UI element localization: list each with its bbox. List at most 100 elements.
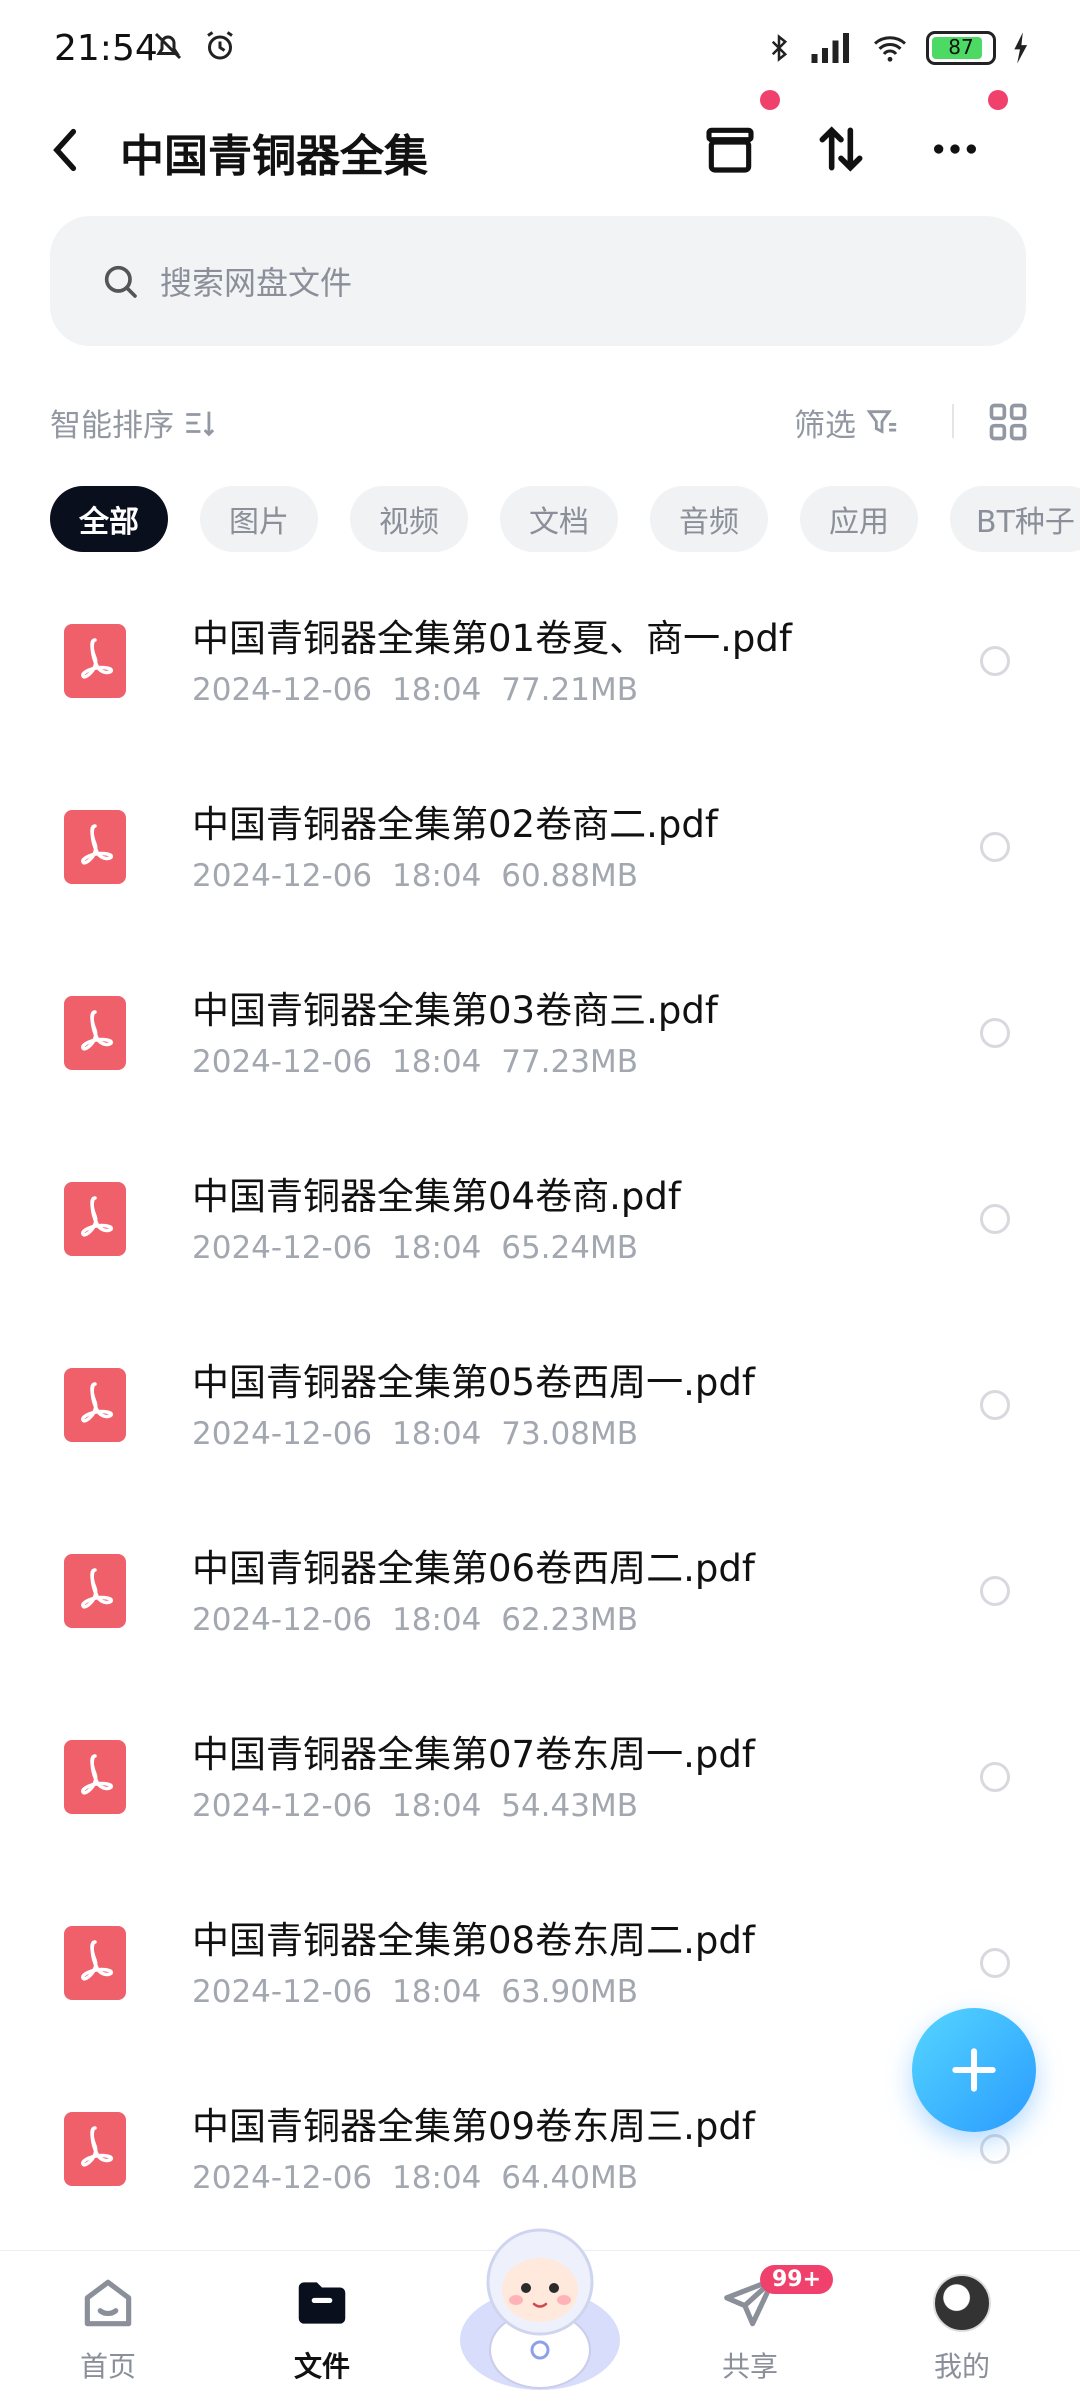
select-checkbox[interactable]: [980, 646, 1010, 676]
transfer-list-button[interactable]: [695, 114, 765, 184]
file-date: 2024-12-06: [192, 2160, 373, 2196]
pdf-file-icon: [64, 1554, 126, 1628]
file-meta: 2024-12-06 18:04 62.23MB: [192, 1602, 638, 1638]
file-size: 60.88MB: [501, 858, 638, 894]
search-input[interactable]: 搜索网盘文件: [50, 216, 1026, 346]
chevron-left-icon: [53, 128, 77, 172]
pdf-file-icon: [64, 1926, 126, 2000]
file-meta: 2024-12-06 18:04 63.90MB: [192, 1974, 638, 2010]
divider: [952, 404, 954, 438]
file-date: 2024-12-06: [192, 1416, 373, 1452]
file-date: 2024-12-06: [192, 1044, 373, 1080]
file-meta: 2024-12-06 18:04 54.43MB: [192, 1788, 638, 1824]
mascot-assistant-icon[interactable]: [440, 2200, 640, 2400]
battery-indicator: 87: [926, 31, 996, 65]
back-button[interactable]: [44, 122, 88, 178]
select-checkbox[interactable]: [980, 1390, 1010, 1420]
nav-home[interactable]: 首页: [38, 2271, 178, 2391]
file-name: 中国青铜器全集第07卷东周一.pdf: [192, 1733, 755, 1776]
file-name: 中国青铜器全集第01卷夏、商一.pdf: [192, 617, 792, 660]
file-time: 18:04: [392, 1788, 482, 1824]
file-date: 2024-12-06: [192, 1974, 373, 2010]
file-meta: 2024-12-06 18:04 60.88MB: [192, 858, 638, 894]
tab-audio[interactable]: 音频: [650, 486, 768, 552]
file-row[interactable]: 中国青铜器全集第04卷商.pdf 2024-12-06 18:04 65.24M…: [0, 1138, 1080, 1324]
nav-files-label: 文件: [293, 2350, 350, 2383]
select-checkbox[interactable]: [980, 1018, 1010, 1048]
file-size: 64.40MB: [501, 2160, 638, 2196]
file-date: 2024-12-06: [192, 1602, 373, 1638]
tab-images[interactable]: 图片: [200, 486, 318, 552]
file-name: 中国青铜器全集第02卷商二.pdf: [192, 803, 718, 846]
file-size: 62.23MB: [501, 1602, 638, 1638]
home-icon: [84, 2279, 132, 2327]
file-row[interactable]: 中国青铜器全集第06卷西周二.pdf 2024-12-06 18:04 62.2…: [0, 1510, 1080, 1696]
page-title: 中国青铜器全集: [120, 131, 428, 182]
file-size: 63.90MB: [501, 1974, 638, 2010]
file-size: 77.21MB: [501, 672, 638, 708]
file-row[interactable]: 中国青铜器全集第03卷商三.pdf 2024-12-06 18:04 77.23…: [0, 952, 1080, 1138]
nav-mine[interactable]: 我的: [892, 2271, 1032, 2391]
file-row[interactable]: 中国青铜器全集第07卷东周一.pdf 2024-12-06 18:04 54.4…: [0, 1696, 1080, 1882]
filter-funnel-icon: [866, 409, 897, 434]
file-name: 中国青铜器全集第03卷商三.pdf: [192, 989, 718, 1032]
wifi-icon: [874, 36, 906, 62]
file-time: 18:04: [392, 2160, 482, 2196]
status-bar: 21:54 87: [0, 0, 1080, 100]
select-checkbox[interactable]: [980, 832, 1010, 862]
select-checkbox[interactable]: [980, 1204, 1010, 1234]
more-button[interactable]: [920, 114, 990, 184]
select-checkbox[interactable]: [980, 2134, 1010, 2164]
file-row[interactable]: 中国青铜器全集第08卷东周二.pdf 2024-12-06 18:04 63.9…: [0, 1882, 1080, 2068]
share-badge: 99+: [760, 2265, 834, 2294]
nav-share[interactable]: 99+ 共享: [680, 2265, 834, 2391]
file-date: 2024-12-06: [192, 672, 373, 708]
file-size: 54.43MB: [501, 1788, 638, 1824]
tab-all[interactable]: 全部: [50, 486, 168, 552]
cellular-signal-icon: [811, 33, 849, 63]
pdf-file-icon: [64, 810, 126, 884]
add-button[interactable]: [912, 2008, 1036, 2132]
sort-list-icon: [186, 411, 215, 436]
file-name: 中国青铜器全集第06卷西周二.pdf: [192, 1547, 755, 1590]
sort-button[interactable]: [806, 114, 876, 184]
file-size: 65.24MB: [501, 1230, 638, 1266]
tab-apps[interactable]: 应用: [800, 486, 918, 552]
tab-bt-torrents[interactable]: BT种子: [950, 486, 1080, 552]
file-row[interactable]: 中国青铜器全集第05卷西周一.pdf 2024-12-06 18:04 73.0…: [0, 1324, 1080, 1510]
select-checkbox[interactable]: [980, 1576, 1010, 1606]
nav-files[interactable]: 文件: [252, 2271, 392, 2391]
file-time: 18:04: [392, 1230, 482, 1266]
filter-button[interactable]: 筛选: [794, 400, 900, 445]
tab-videos[interactable]: 视频: [350, 486, 468, 552]
file-name: 中国青铜器全集第08卷东周二.pdf: [192, 1919, 755, 1962]
pdf-file-icon: [64, 2112, 126, 2186]
search-placeholder: 搜索网盘文件: [160, 264, 353, 302]
smart-sort-button[interactable]: 智能排序: [50, 400, 216, 445]
file-time: 18:04: [392, 1044, 482, 1080]
file-date: 2024-12-06: [192, 1230, 373, 1266]
grid-view-toggle[interactable]: [986, 400, 1030, 444]
select-checkbox[interactable]: [980, 1948, 1010, 1978]
bluetooth-icon: [771, 34, 788, 62]
pdf-file-icon: [64, 1368, 126, 1442]
archive-box-icon: [706, 127, 754, 173]
file-size: 77.23MB: [501, 1044, 638, 1080]
filter-label: 筛选: [794, 408, 856, 444]
tab-documents[interactable]: 文档: [500, 486, 618, 552]
pdf-file-icon: [64, 624, 126, 698]
nav-share-label: 共享: [721, 2350, 778, 2383]
folder-icon: [298, 2282, 346, 2324]
file-row[interactable]: 中国青铜器全集第01卷夏、商一.pdf 2024-12-06 18:04 77.…: [0, 580, 1080, 766]
battery-level: 87: [948, 35, 974, 59]
file-time: 18:04: [392, 1974, 482, 2010]
select-checkbox[interactable]: [980, 1762, 1010, 1792]
alarm-icon: [207, 31, 233, 60]
file-name: 中国青铜器全集第09卷东周三.pdf: [192, 2105, 755, 2148]
file-time: 18:04: [392, 1602, 482, 1638]
file-name: 中国青铜器全集第04卷商.pdf: [192, 1175, 681, 1218]
sort-row: 智能排序 筛选: [50, 392, 1030, 452]
file-row[interactable]: 中国青铜器全集第02卷商二.pdf 2024-12-06 18:04 60.88…: [0, 766, 1080, 952]
pdf-file-icon: [64, 1740, 126, 1814]
file-time: 18:04: [392, 858, 482, 894]
